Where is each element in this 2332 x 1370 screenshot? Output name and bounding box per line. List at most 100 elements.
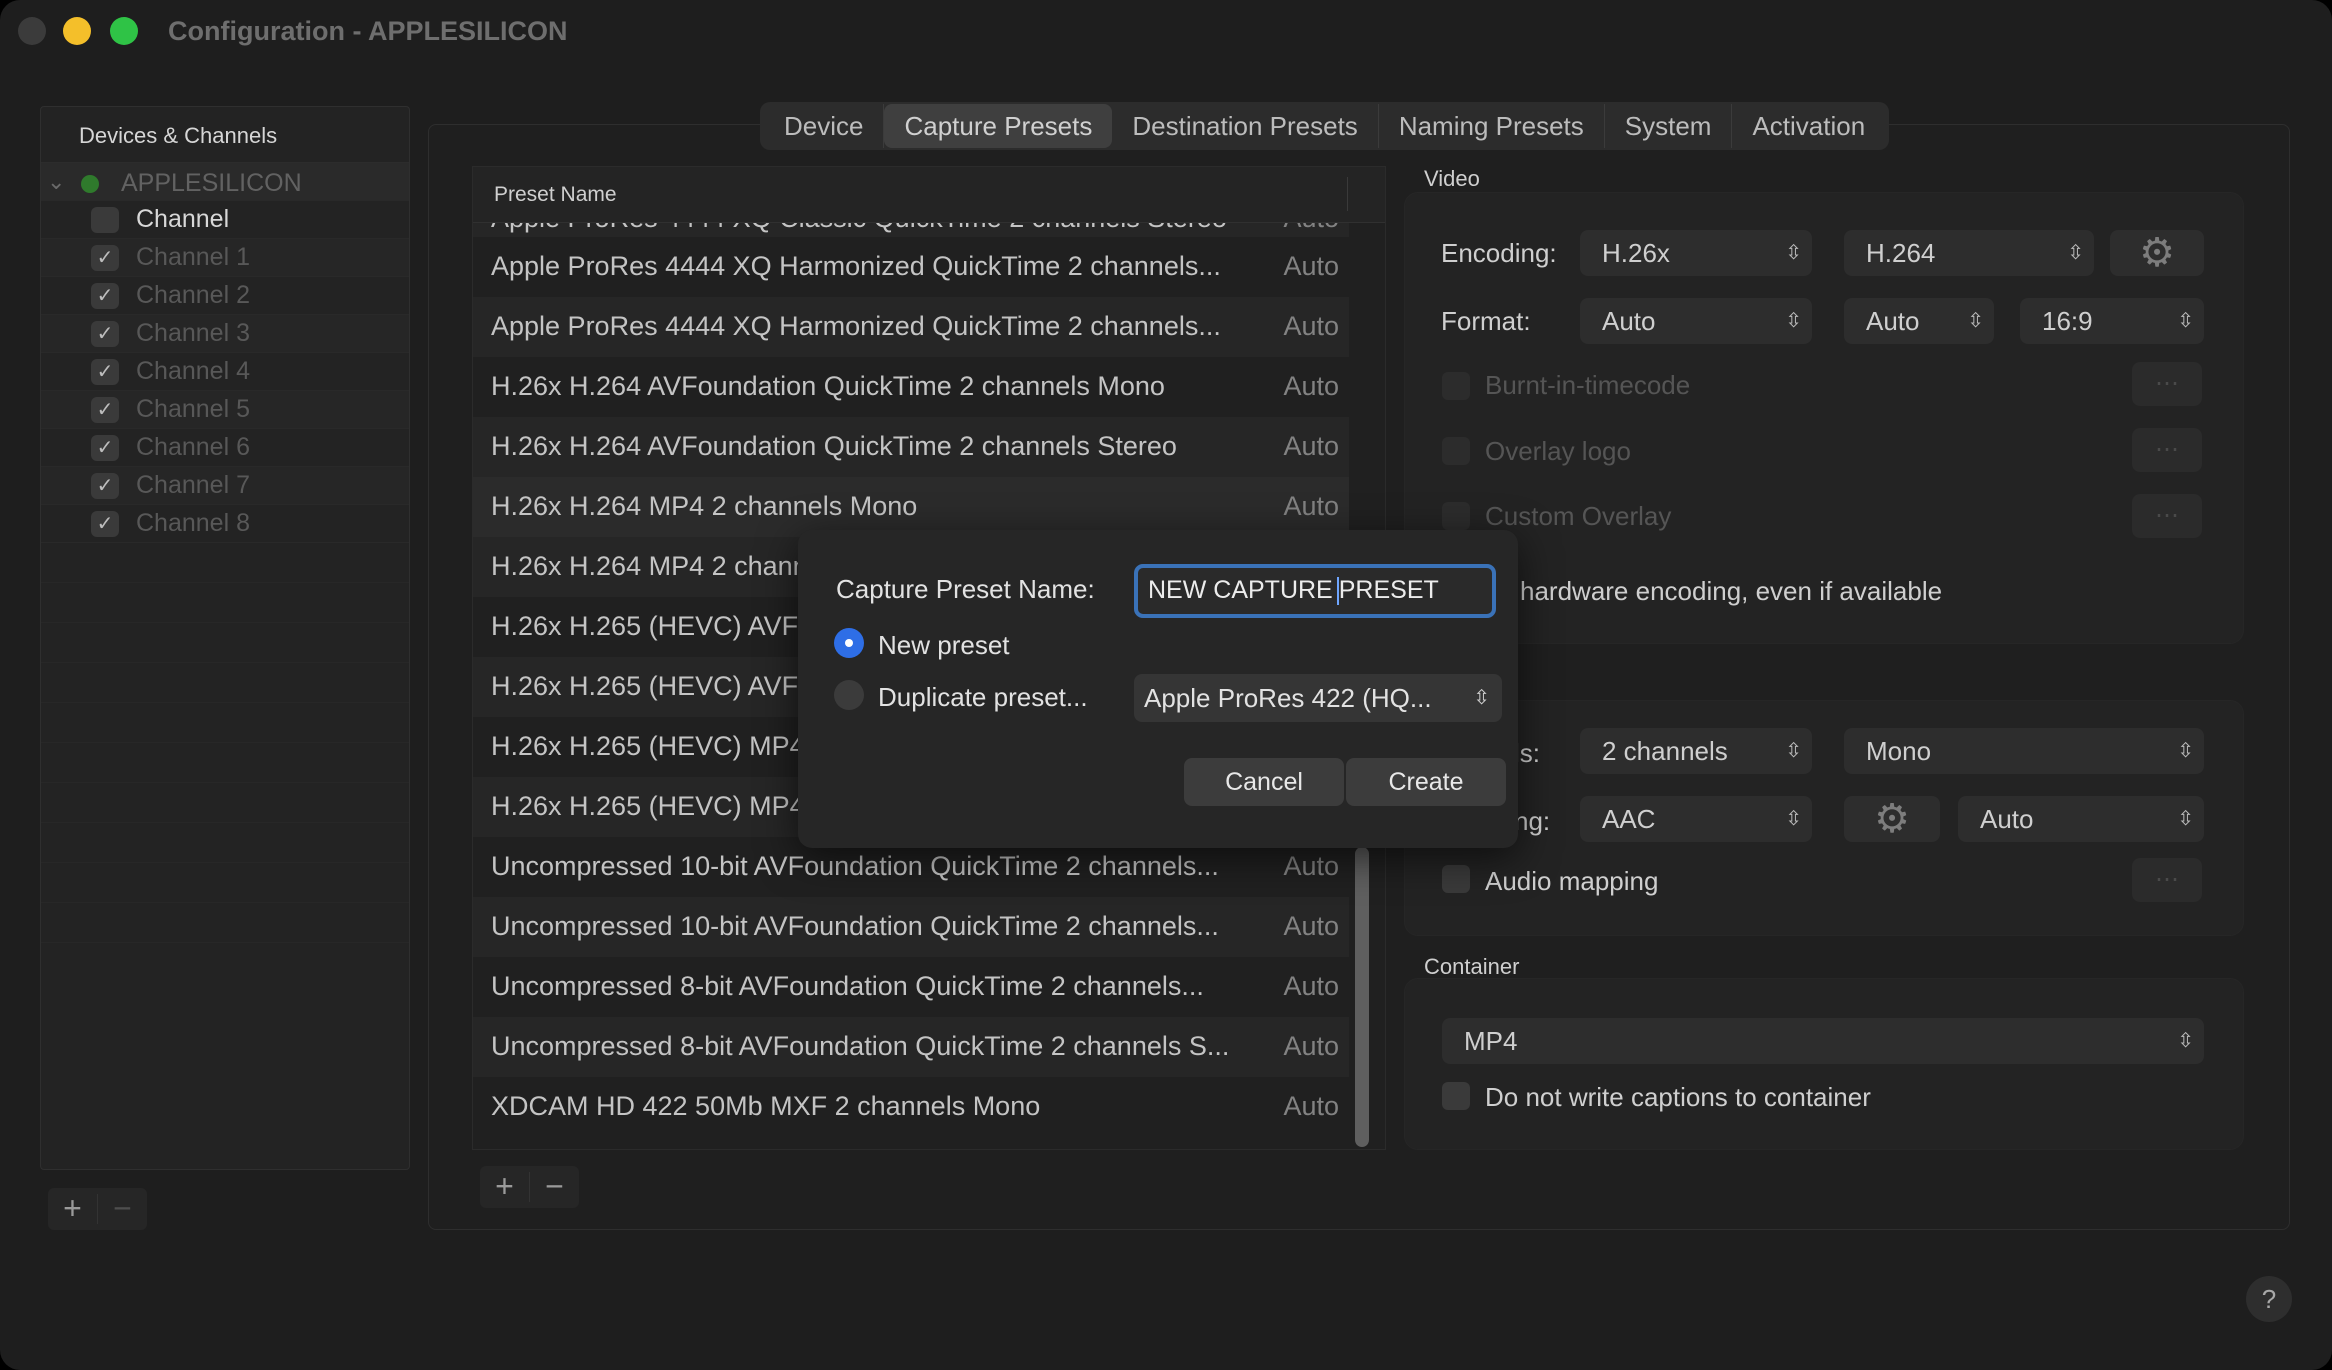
- table-row[interactable]: XDCAM HD 422 50Mb MXF 2 channels Mono Au…: [473, 1077, 1349, 1137]
- audio-encoding-select[interactable]: AAC ⇳: [1580, 796, 1812, 842]
- add-preset-button[interactable]: +: [480, 1166, 529, 1208]
- preset-name: H.26x H.265 (HEVC) MP4: [491, 791, 805, 821]
- audio-mode-select[interactable]: Mono ⇳: [1844, 728, 2204, 774]
- close-window-button[interactable]: [18, 17, 46, 45]
- sidebar-item-channel-header[interactable]: Channel: [41, 201, 409, 239]
- duplicate-source-select[interactable]: Apple ProRes 422 (HQ... ⇳: [1134, 674, 1502, 722]
- encoding-select[interactable]: H.26x ⇳: [1580, 230, 1812, 276]
- remove-channel-button[interactable]: −: [98, 1188, 147, 1230]
- tab-capture-presets[interactable]: Capture Presets: [884, 104, 1113, 148]
- updown-chevron-icon: ⇳: [2177, 808, 2194, 830]
- video-settings-button[interactable]: ⚙: [2110, 230, 2204, 276]
- table-row-selected[interactable]: H.26x H.264 MP4 2 channels Mono Auto: [473, 477, 1349, 537]
- table-row[interactable]: Apple ProRes 4444 XQ Harmonized QuickTim…: [473, 237, 1349, 297]
- overlay-logo-checkbox[interactable]: [1442, 437, 1470, 465]
- channel-checkbox[interactable]: ✓: [91, 359, 119, 385]
- table-row[interactable]: H.26x H.264 AVFoundation QuickTime 2 cha…: [473, 417, 1349, 477]
- frame-rate-select[interactable]: Auto ⇳: [1844, 298, 1994, 344]
- table-row[interactable]: Uncompressed 10-bit AVFoundation QuickTi…: [473, 897, 1349, 957]
- duplicate-source-value: Apple ProRes 422 (HQ...: [1144, 683, 1432, 713]
- channel-label: Channel 7: [136, 471, 250, 499]
- burnt-in-timecode-checkbox[interactable]: [1442, 372, 1470, 400]
- table-scrollbar[interactable]: [1355, 847, 1369, 1147]
- gear-icon: ⚙: [2139, 231, 2175, 275]
- tab-device[interactable]: Device: [764, 104, 885, 148]
- tab-naming-presets[interactable]: Naming Presets: [1379, 104, 1605, 148]
- updown-chevron-icon: ⇳: [2067, 242, 2084, 264]
- sidebar-item-device[interactable]: ⌄ APPLESILICON: [41, 163, 409, 201]
- channel-label: Channel 4: [136, 357, 250, 385]
- tab-activation[interactable]: Activation: [1732, 104, 1885, 148]
- table-row[interactable]: H.26x H.264 AVFoundation QuickTime 2 cha…: [473, 357, 1349, 417]
- sidebar-item-channel-2[interactable]: ✓ Channel 2: [41, 277, 409, 315]
- channel-checkbox[interactable]: ✓: [91, 283, 119, 309]
- audio-settings-button[interactable]: ⚙: [1844, 796, 1940, 842]
- chevron-down-icon[interactable]: ⌄: [47, 169, 65, 195]
- minimize-window-button[interactable]: [63, 17, 91, 45]
- custom-overlay-checkbox[interactable]: [1442, 502, 1470, 530]
- preset-name-input[interactable]: NEW CAPTURE PRESET: [1134, 564, 1496, 618]
- preset-name-text: NEW CAPTURE: [1148, 576, 1333, 604]
- preset-name: Uncompressed 10-bit AVFoundation QuickTi…: [491, 911, 1219, 941]
- format-select[interactable]: Auto ⇳: [1580, 298, 1812, 344]
- container-format-select[interactable]: MP4 ⇳: [1442, 1018, 2204, 1064]
- overlay-logo-label: Overlay logo: [1485, 436, 1631, 466]
- sidebar-item-channel-8[interactable]: ✓ Channel 8: [41, 505, 409, 543]
- preset-value: Auto: [1283, 911, 1339, 941]
- custom-overlay-options-button[interactable]: ⋯: [2132, 494, 2202, 538]
- column-header-preset-name[interactable]: Preset Name: [494, 183, 617, 207]
- sidebar-add-remove: + −: [48, 1188, 147, 1230]
- duplicate-preset-radio[interactable]: [834, 680, 864, 710]
- empty-row: [41, 903, 409, 943]
- no-captions-checkbox[interactable]: [1442, 1082, 1470, 1110]
- encoding-value: H.26x: [1602, 238, 1670, 268]
- sidebar-item-channel-3[interactable]: ✓ Channel 3: [41, 315, 409, 353]
- aspect-ratio-select[interactable]: 16:9 ⇳: [2020, 298, 2204, 344]
- audio-rate-select[interactable]: Auto ⇳: [1958, 796, 2204, 842]
- empty-row: [41, 863, 409, 903]
- updown-chevron-icon: ⇳: [1785, 808, 1802, 830]
- audio-mapping-checkbox[interactable]: [1442, 865, 1470, 893]
- codec-select[interactable]: H.264 ⇳: [1844, 230, 2094, 276]
- sidebar-item-channel-5[interactable]: ✓ Channel 5: [41, 391, 409, 429]
- channel-checkbox[interactable]: ✓: [91, 473, 119, 499]
- tab-system[interactable]: System: [1605, 104, 1733, 148]
- audio-mapping-options-button[interactable]: ⋯: [2132, 858, 2202, 902]
- overlay-logo-options-button[interactable]: ⋯: [2132, 428, 2202, 472]
- preset-value: Auto: [1283, 223, 1339, 234]
- sidebar-item-channel-1[interactable]: ✓ Channel 1: [41, 239, 409, 277]
- preset-name: H.26x H.264 AVFoundation QuickTime 2 cha…: [491, 431, 1177, 461]
- sidebar-header: Devices & Channels: [41, 107, 409, 163]
- sidebar-item-channel-4[interactable]: ✓ Channel 4: [41, 353, 409, 391]
- burnt-in-options-button[interactable]: ⋯: [2132, 362, 2202, 406]
- cancel-button[interactable]: Cancel: [1184, 758, 1344, 806]
- empty-row: [41, 743, 409, 783]
- table-row[interactable]: Apple ProRes 4444 XQ Classic QuickTime 2…: [473, 223, 1349, 237]
- preset-name: H.26x H.264 MP4 2 chann: [491, 551, 808, 581]
- add-channel-button[interactable]: +: [48, 1188, 97, 1230]
- channel-checkbox[interactable]: ✓: [91, 397, 119, 423]
- encoding-label: Encoding:: [1441, 238, 1557, 268]
- empty-row: [41, 823, 409, 863]
- create-button[interactable]: Create: [1346, 758, 1506, 806]
- table-row[interactable]: Uncompressed 8-bit AVFoundation QuickTim…: [473, 1017, 1349, 1077]
- sidebar-item-channel-6[interactable]: ✓ Channel 6: [41, 429, 409, 467]
- channel-all-checkbox[interactable]: [91, 207, 119, 233]
- remove-preset-button[interactable]: −: [530, 1166, 579, 1208]
- preset-name: Apple ProRes 4444 XQ Harmonized QuickTim…: [491, 311, 1221, 341]
- new-preset-radio[interactable]: [834, 628, 864, 658]
- help-button[interactable]: ?: [2246, 1276, 2292, 1322]
- column-divider: [1347, 177, 1348, 211]
- channel-checkbox[interactable]: ✓: [91, 245, 119, 271]
- tab-destination-presets[interactable]: Destination Presets: [1112, 104, 1379, 148]
- table-row[interactable]: Apple ProRes 4444 XQ Harmonized QuickTim…: [473, 297, 1349, 357]
- table-row[interactable]: Uncompressed 8-bit AVFoundation QuickTim…: [473, 957, 1349, 1017]
- zoom-window-button[interactable]: [110, 17, 138, 45]
- channel-checkbox[interactable]: ✓: [91, 435, 119, 461]
- channel-checkbox[interactable]: ✓: [91, 321, 119, 347]
- channel-header-label: Channel: [136, 205, 230, 233]
- audio-channels-select[interactable]: 2 channels ⇳: [1580, 728, 1812, 774]
- updown-chevron-icon: ⇳: [1967, 310, 1984, 332]
- channel-checkbox[interactable]: ✓: [91, 511, 119, 537]
- sidebar-item-channel-7[interactable]: ✓ Channel 7: [41, 467, 409, 505]
